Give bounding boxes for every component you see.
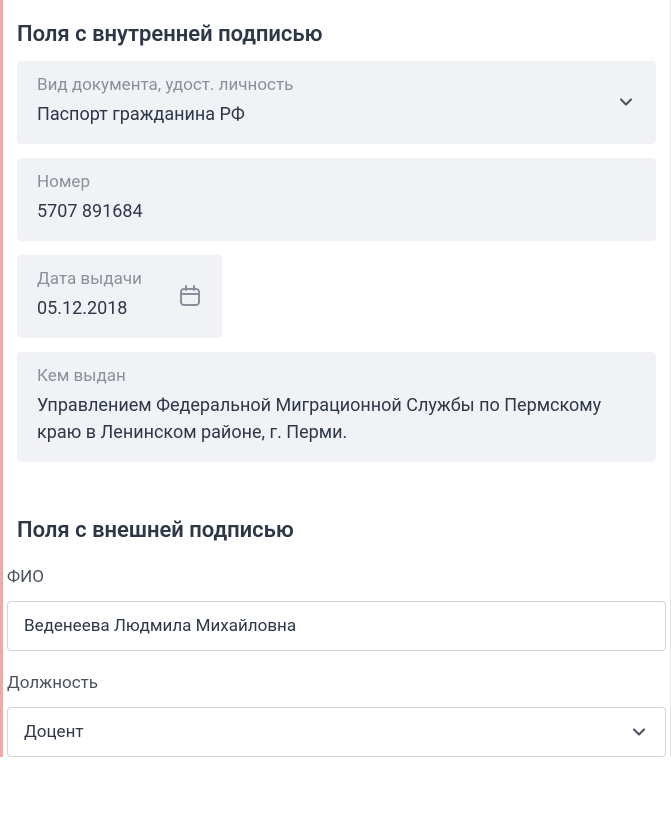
doc-type-label: Вид документа, удост. личность [37, 75, 604, 95]
chevron-down-icon [629, 722, 649, 742]
issued-by-value: Управлением Федеральной Миграционной Слу… [37, 392, 636, 446]
issue-date-value: 05.12.2018 [37, 295, 162, 322]
doc-type-field[interactable]: Вид документа, удост. личность Паспорт г… [17, 61, 656, 144]
position-value: Доцент [24, 722, 84, 742]
section-external-title: Поля с внешней подписью [3, 506, 670, 557]
calendar-icon [178, 284, 202, 308]
fio-value: Веденеева Людмила Михайловна [24, 616, 296, 636]
issue-date-label: Дата выдачи [37, 269, 162, 289]
number-label: Номер [37, 172, 636, 192]
fio-field[interactable]: Веденеева Людмила Михайловна [7, 601, 666, 651]
fio-label: ФИО [3, 557, 670, 597]
issued-by-field[interactable]: Кем выдан Управлением Федеральной Миграц… [17, 352, 656, 462]
position-label: Должность [3, 663, 670, 703]
issued-by-label: Кем выдан [37, 366, 636, 386]
chevron-down-icon [616, 92, 636, 112]
number-value: 5707 891684 [37, 198, 636, 225]
number-field[interactable]: Номер 5707 891684 [17, 158, 656, 241]
issue-date-field[interactable]: Дата выдачи 05.12.2018 [17, 255, 222, 338]
position-field[interactable]: Доцент [7, 707, 666, 757]
section-internal-title: Поля с внутренней подписью [3, 10, 670, 61]
doc-type-value: Паспорт гражданина РФ [37, 101, 604, 128]
